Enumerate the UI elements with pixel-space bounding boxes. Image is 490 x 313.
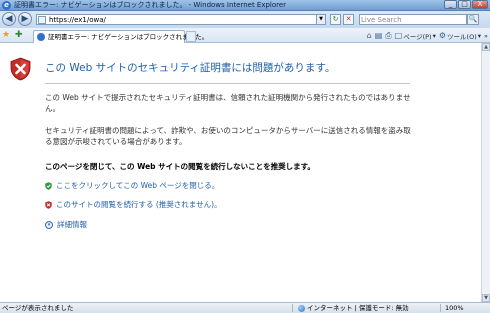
tab-current[interactable]: 証明書エラー: ナビゲーションはブロックされました。 — [33, 30, 208, 43]
address-field[interactable]: https://ex1/owa/ ▼ — [36, 14, 326, 25]
add-favorites-icon[interactable]: ✚ — [15, 30, 23, 40]
window-title: 証明書エラー: ナビゲーションはブロックされました。 - Windows Int… — [14, 1, 287, 9]
print-icon: ⎙ — [385, 30, 392, 40]
print-button[interactable]: ⎙ — [385, 31, 391, 41]
description-paragraph-1: この Web サイトで提示されたセキュリティ証明書は、信頼された証明機関から発行… — [45, 93, 411, 113]
description-paragraph-2: セキュリティ証明書の問題によって、詐欺や、お使いのコンピュータからサーバーに送信… — [45, 126, 411, 146]
close-window-button[interactable]: X — [472, 0, 488, 9]
security-shield-error-icon — [10, 57, 31, 81]
vertical-scrollbar[interactable]: ▲ ▼ — [481, 43, 490, 302]
red-shield-icon — [45, 200, 52, 209]
gear-icon: ⚙ — [438, 31, 447, 40]
feeds-icon: ▤ — [374, 31, 383, 40]
recommendation-text: このページを閉じて、この Web サイトの閲覧を続行しないことを推奨します。 — [45, 162, 315, 171]
more-info-link[interactable]: ▾ 詳細情報 — [45, 219, 87, 230]
tools-menu-label: ツール(O) — [447, 32, 477, 41]
address-dropdown-icon[interactable]: ▼ — [316, 15, 325, 24]
address-toolbar: ◀ ▶ https://ex1/owa/ ▼ ↻ ✕ 🔍 — [0, 11, 490, 28]
stop-icon[interactable]: ✕ — [343, 14, 354, 25]
home-button[interactable]: ⌂ — [367, 31, 372, 40]
tab-ie-icon — [37, 33, 45, 41]
feeds-button[interactable]: ▤ — [375, 31, 383, 40]
green-shield-icon — [45, 181, 52, 190]
more-info-link-label[interactable]: 詳細情報 — [57, 219, 87, 230]
close-page-link-label[interactable]: ここをクリックしてこの Web ページを閉じる。 — [56, 180, 219, 191]
chevron-right-icon: » — [484, 31, 488, 40]
search-box[interactable] — [359, 14, 467, 25]
tools-menu[interactable]: ⚙ ツール(O) ▾ — [439, 31, 481, 41]
forward-button[interactable]: ▶ — [18, 12, 32, 26]
zoom-level[interactable]: 100% — [445, 303, 464, 313]
home-icon: ⌂ — [366, 31, 372, 40]
continue-site-link-label[interactable]: このサイトの閲覧を続行する (推奨されません)。 — [56, 199, 222, 210]
window-titlebar: e 証明書エラー: ナビゲーションはブロックされました。 - Windows I… — [0, 0, 490, 11]
window-controls: _ □ X — [444, 0, 488, 10]
page-title: この Web サイトのセキュリティ証明書には問題があります。 — [45, 62, 336, 74]
chevron-down-icon: ▾ — [432, 31, 436, 40]
address-url[interactable]: https://ex1/owa/ — [49, 15, 106, 25]
search-input[interactable] — [361, 15, 461, 24]
back-button[interactable]: ◀ — [2, 12, 16, 26]
favorites-star-icon[interactable]: ★ — [2, 30, 10, 40]
chevron-down-icon: ▾ — [477, 31, 482, 40]
status-divider — [440, 304, 441, 312]
page-menu-icon: □ — [394, 31, 403, 40]
page-menu-label: ページ(P) — [403, 32, 432, 41]
expand-chevron-icon: ▾ — [45, 220, 53, 229]
status-divider — [292, 304, 293, 312]
globe-icon — [298, 304, 305, 312]
minimize-button[interactable]: _ — [444, 0, 457, 9]
scroll-up-icon[interactable]: ▲ — [482, 43, 490, 51]
maximize-button[interactable]: □ — [458, 0, 471, 9]
close-page-link[interactable]: ここをクリックしてこの Web ページを閉じる。 — [45, 180, 219, 191]
new-tab-button[interactable] — [186, 31, 196, 42]
refresh-icon[interactable]: ↻ — [330, 14, 341, 25]
security-zone-label: インターネット | 保護モード: 無効 — [307, 304, 409, 312]
status-bar: ページが表示されました インターネット | 保護モード: 無効 100% — [0, 302, 490, 313]
scroll-down-icon[interactable]: ▼ — [482, 294, 490, 302]
status-text: ページが表示されました — [2, 304, 74, 312]
search-icon[interactable]: 🔍 — [467, 14, 479, 25]
tab-toolbar: ★ ✚ 証明書エラー: ナビゲーションはブロックされました。 ⌂ ▤ ⎙ □ ペー… — [0, 28, 490, 43]
title-divider — [45, 83, 410, 84]
security-zone[interactable]: インターネット | 保護モード: 無効 — [298, 303, 409, 313]
page-content — [0, 43, 481, 302]
tab-label: 証明書エラー: ナビゲーションはブロックされました。 — [48, 33, 209, 41]
page-menu[interactable]: □ ページ(P) ▾ — [395, 31, 436, 41]
extras-button[interactable]: » — [484, 32, 488, 40]
continue-site-link[interactable]: このサイトの閲覧を続行する (推奨されません)。 — [45, 199, 222, 210]
command-bar: ⌂ ▤ ⎙ □ ページ(P) ▾ ⚙ ツール(O) ▾ » — [367, 30, 488, 41]
ie-logo-icon: e — [2, 1, 11, 10]
page-icon — [38, 16, 46, 24]
